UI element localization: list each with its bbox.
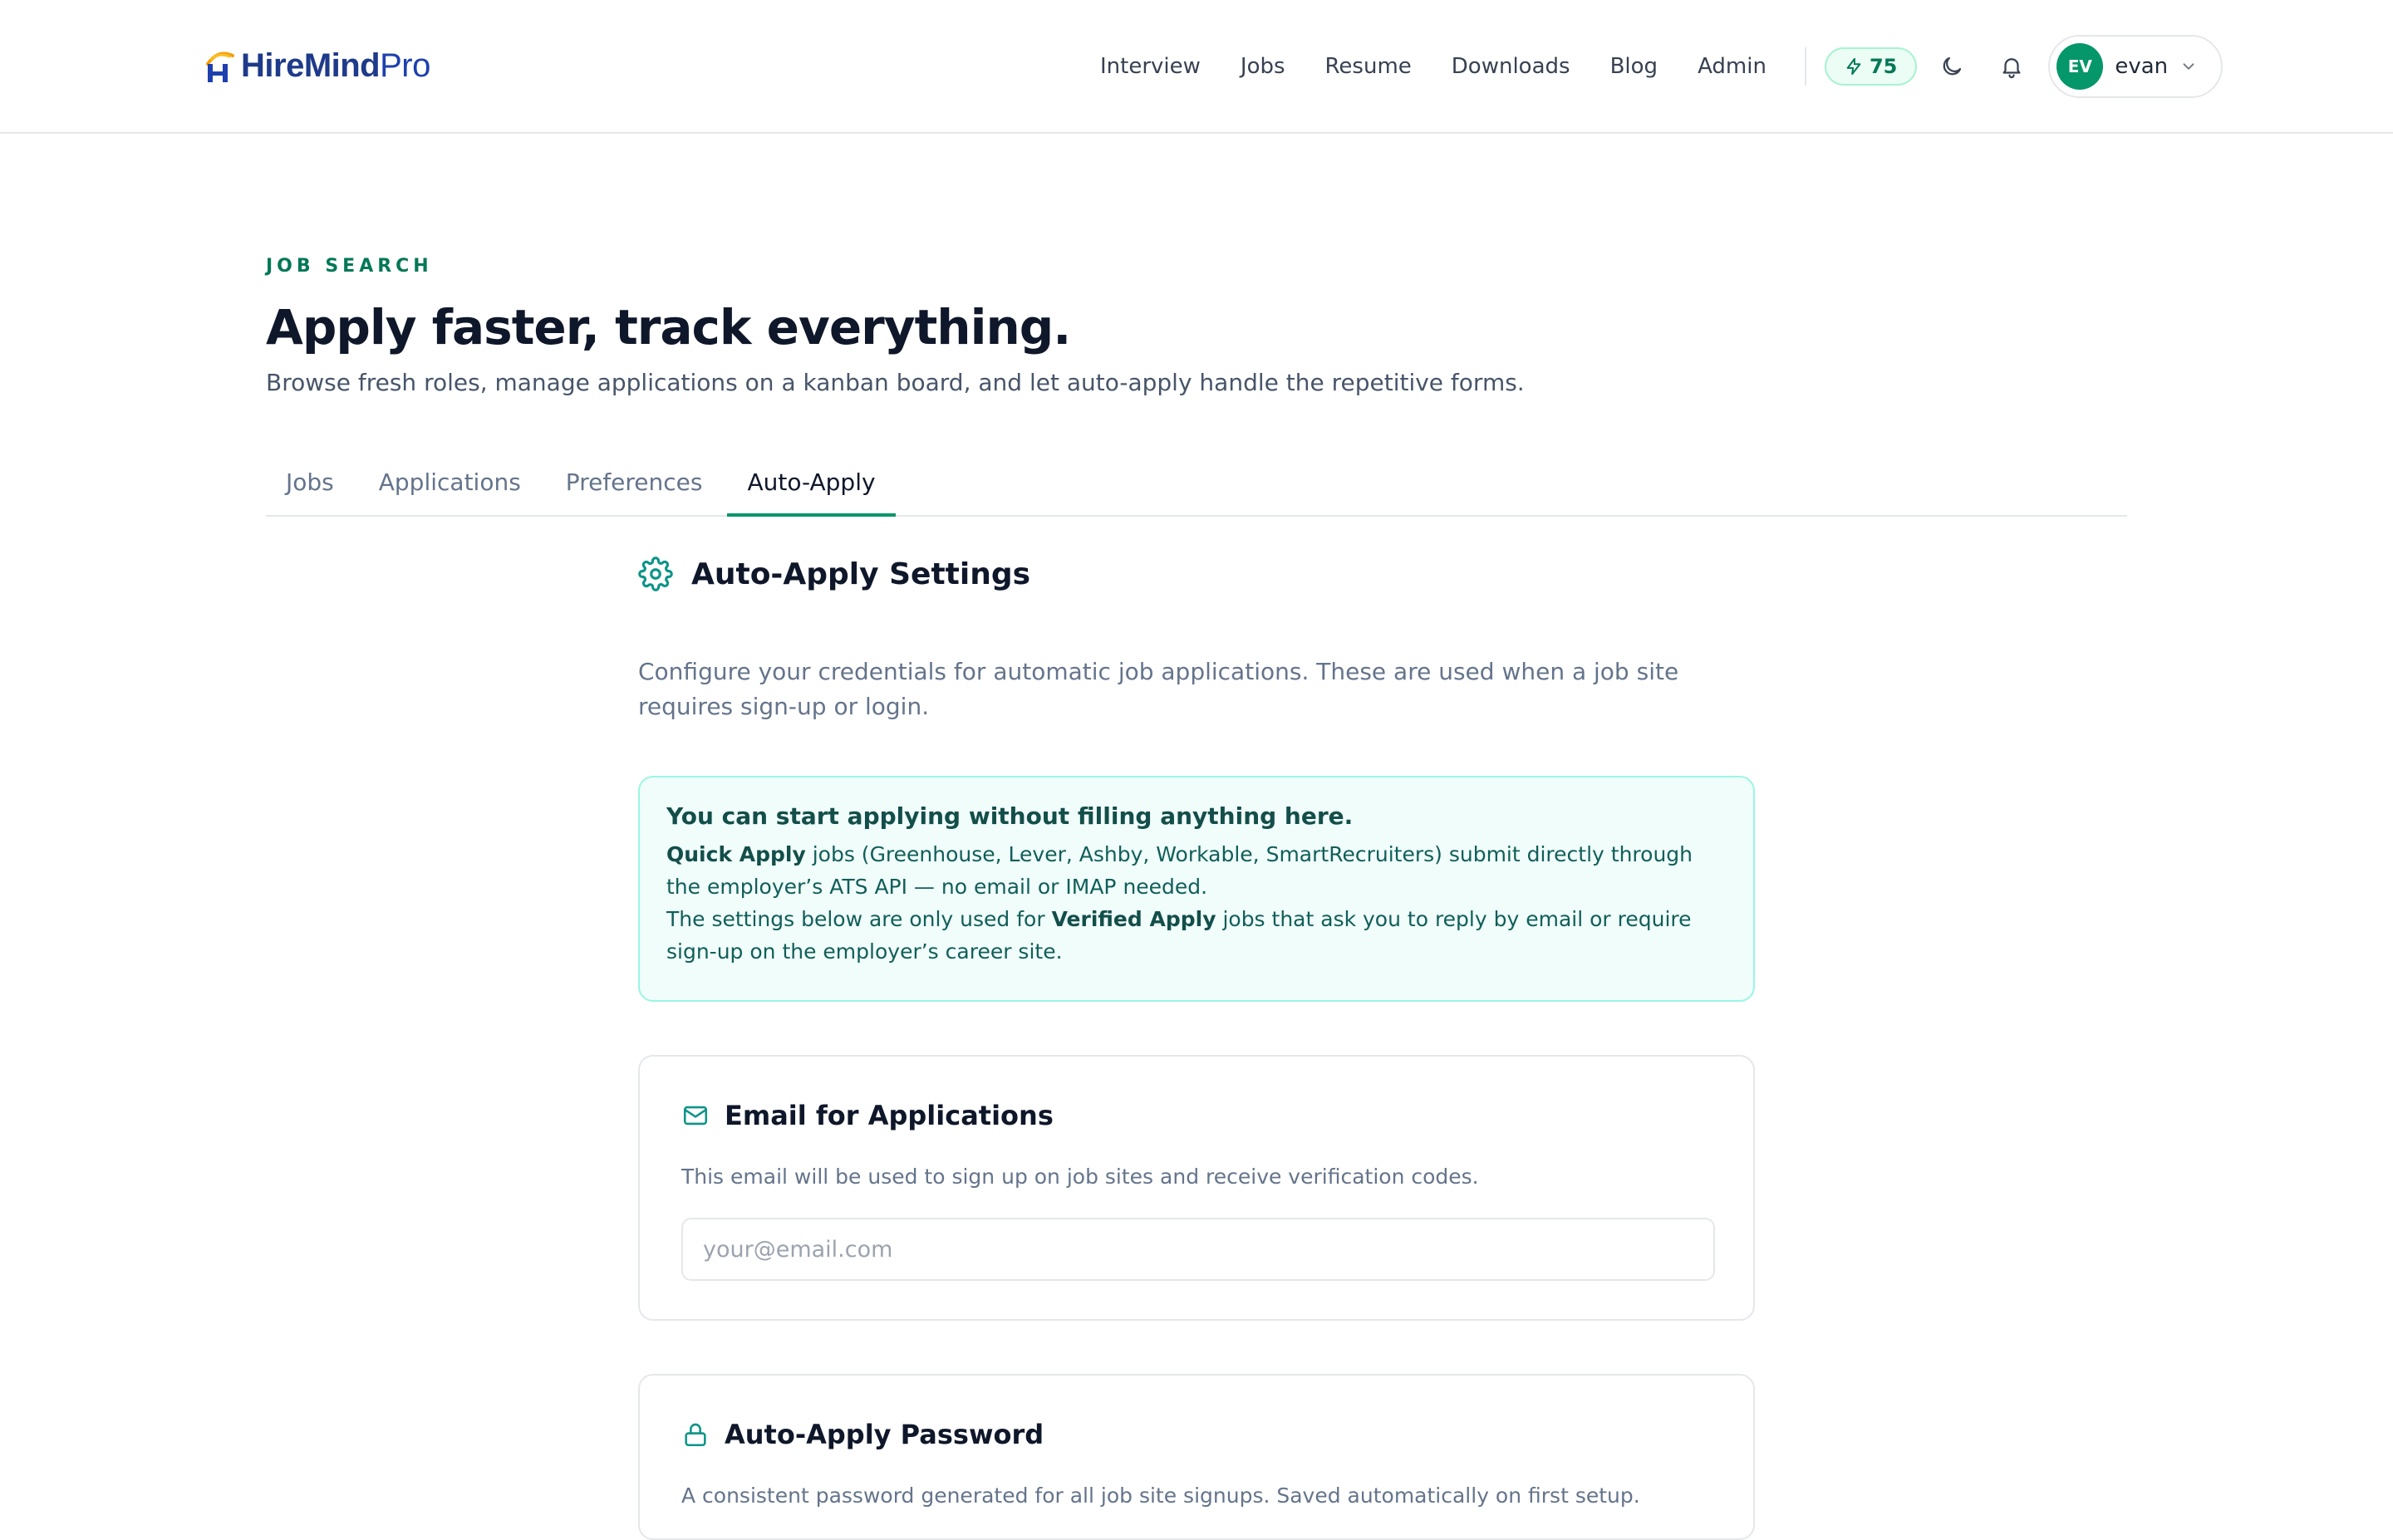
info-line-verified-apply: The settings below are only used for Ver… — [666, 907, 1692, 964]
settings-description: Configure your credentials for automatic… — [638, 658, 1679, 720]
top-navbar: HireMindPro Interview Jobs Resume Downlo… — [0, 0, 2393, 134]
email-field[interactable] — [681, 1218, 1715, 1281]
settings-title: Auto-Apply Settings — [691, 557, 1031, 591]
password-card: Auto-Apply Password A consistent passwor… — [638, 1374, 1755, 1540]
main-nav: Interview Jobs Resume Downloads Blog Adm… — [1080, 35, 2223, 98]
page-title: Apply faster, track everything. — [266, 299, 1071, 356]
email-card: Email for Applications This email will b… — [638, 1055, 1755, 1321]
nav-link-blog[interactable]: Blog — [1590, 54, 1678, 79]
settings-header: Auto-Apply Settings — [638, 557, 1030, 591]
chevron-down-icon — [2183, 63, 2194, 70]
lock-icon — [685, 1423, 706, 1447]
bell-icon — [2002, 58, 2021, 79]
password-card-description: A consistent password generated for all … — [681, 1484, 1640, 1508]
brand-name: HireMindPro — [241, 47, 430, 84]
logo-mark-icon — [206, 51, 234, 82]
page-eyebrow: JOB SEARCH — [266, 256, 433, 277]
info-line-quick-apply: Quick Apply jobs (Greenhouse, Lever, Ash… — [666, 842, 1693, 899]
email-card-header: Email for Applications — [681, 1100, 1054, 1131]
nav-link-resume[interactable]: Resume — [1305, 54, 1432, 79]
page-subtitle: Browse fresh roles, manage applications … — [266, 369, 1525, 396]
nav-link-downloads[interactable]: Downloads — [1432, 54, 1590, 79]
tab-auto-apply[interactable]: Auto-Apply — [727, 459, 896, 517]
notifications-button[interactable] — [1987, 42, 2037, 91]
info-title: You can start applying without filling a… — [666, 802, 1354, 830]
user-menu-button[interactable]: EV evan — [2048, 35, 2223, 98]
gear-icon — [638, 557, 673, 591]
nav-divider — [1804, 47, 1806, 86]
email-card-description: This email will be used to sign up on jo… — [681, 1165, 1479, 1189]
info-callout: You can start applying without filling a… — [638, 776, 1755, 1002]
nav-link-jobs[interactable]: Jobs — [1221, 54, 1305, 79]
tab-bar: Jobs Applications Preferences Auto-Apply — [266, 459, 2127, 517]
nav-link-interview[interactable]: Interview — [1080, 54, 1221, 79]
password-card-title: Auto-Apply Password — [725, 1419, 1044, 1450]
brand-logo[interactable]: HireMindPro — [204, 37, 430, 95]
mail-icon — [683, 1106, 708, 1126]
password-card-header: Auto-Apply Password — [681, 1419, 1044, 1450]
avatar: EV — [2056, 43, 2104, 90]
credits-count: 75 — [1869, 55, 1898, 78]
moon-icon — [1943, 56, 1962, 76]
lightning-icon — [1846, 57, 1861, 76]
user-name: evan — [2115, 54, 2169, 79]
credits-badge[interactable]: 75 — [1824, 47, 1918, 86]
nav-link-admin[interactable]: Admin — [1678, 54, 1786, 79]
email-card-title: Email for Applications — [725, 1100, 1054, 1131]
theme-toggle-button[interactable] — [1927, 42, 1977, 91]
tab-jobs[interactable]: Jobs — [266, 459, 354, 517]
tab-applications[interactable]: Applications — [359, 459, 541, 517]
tab-preferences[interactable]: Preferences — [546, 459, 723, 517]
